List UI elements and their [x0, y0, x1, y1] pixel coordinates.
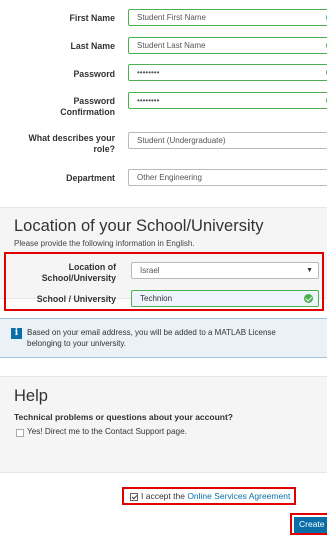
info-icon: i	[11, 328, 22, 339]
create-button[interactable]: Create	[294, 517, 327, 533]
location-section: Location of your School/University Pleas…	[0, 207, 327, 311]
department-label: Department	[66, 173, 115, 183]
role-select[interactable]: Student (Undergraduate) ▼	[128, 132, 327, 149]
location-value: Israel	[140, 266, 160, 275]
location-subtitle: Please provide the following information…	[14, 239, 195, 248]
chevron-down-icon: ▼	[306, 267, 313, 274]
password-confirm-label: Password Confirmation	[60, 96, 115, 118]
first-name-value: Student First Name	[137, 13, 206, 22]
last-name-value: Student Last Name	[137, 41, 206, 50]
password-value: ••••••••	[137, 68, 160, 77]
role-value: Student (Undergraduate)	[137, 136, 226, 145]
contact-support-checkbox[interactable]	[16, 429, 24, 437]
help-heading: Help	[14, 387, 48, 405]
contact-support-label: Yes! Direct me to the Contact Support pa…	[27, 427, 187, 436]
location-label: Location of School/University	[10, 262, 116, 284]
password-confirm-field[interactable]: ••••••••	[128, 92, 327, 109]
agreement-prefix: I accept the	[141, 491, 188, 501]
info-banner: i Based on your email address, you will …	[0, 318, 327, 358]
role-label-line1: What describes your	[28, 133, 115, 143]
agreement-label: I accept the Online Services Agreement	[141, 491, 290, 501]
agreement-checkbox[interactable]	[130, 493, 138, 501]
department-select[interactable]: Other Engineering ▼	[128, 169, 327, 186]
last-name-label: Last Name	[70, 41, 116, 51]
help-section: Help Technical problems or questions abo…	[0, 376, 327, 473]
location-label-line2: School/University	[41, 273, 116, 283]
help-question: Technical problems or questions about yo…	[14, 412, 233, 422]
password-confirm-label-line2: Confirmation	[60, 107, 115, 117]
last-name-field[interactable]: Student Last Name	[128, 37, 327, 54]
password-confirm-value: ••••••••	[137, 96, 160, 105]
location-heading: Location of your School/University	[14, 217, 264, 235]
school-field[interactable]: Technion	[131, 290, 319, 307]
location-label-line1: Location of	[68, 262, 116, 272]
role-label-line2: role?	[93, 144, 115, 154]
first-name-field[interactable]: Student First Name	[128, 9, 327, 26]
online-services-agreement-link[interactable]: Online Services Agreement	[187, 491, 290, 501]
password-confirm-label-line1: Password	[73, 96, 115, 106]
school-value: Technion	[140, 294, 173, 303]
info-text-line1: Based on your email address, you will be…	[27, 328, 276, 337]
info-text-line2: belonging to your university.	[27, 339, 127, 348]
check-icon	[304, 294, 313, 303]
location-select[interactable]: Israel ▼	[131, 262, 319, 279]
department-value: Other Engineering	[137, 173, 202, 182]
school-label: School / University	[36, 294, 116, 304]
info-text: Based on your email address, you will be…	[27, 327, 276, 349]
password-label: Password	[73, 69, 115, 79]
password-field[interactable]: ••••••••	[128, 64, 327, 81]
role-label: What describes your role?	[28, 133, 115, 155]
first-name-label: First Name	[69, 13, 115, 23]
